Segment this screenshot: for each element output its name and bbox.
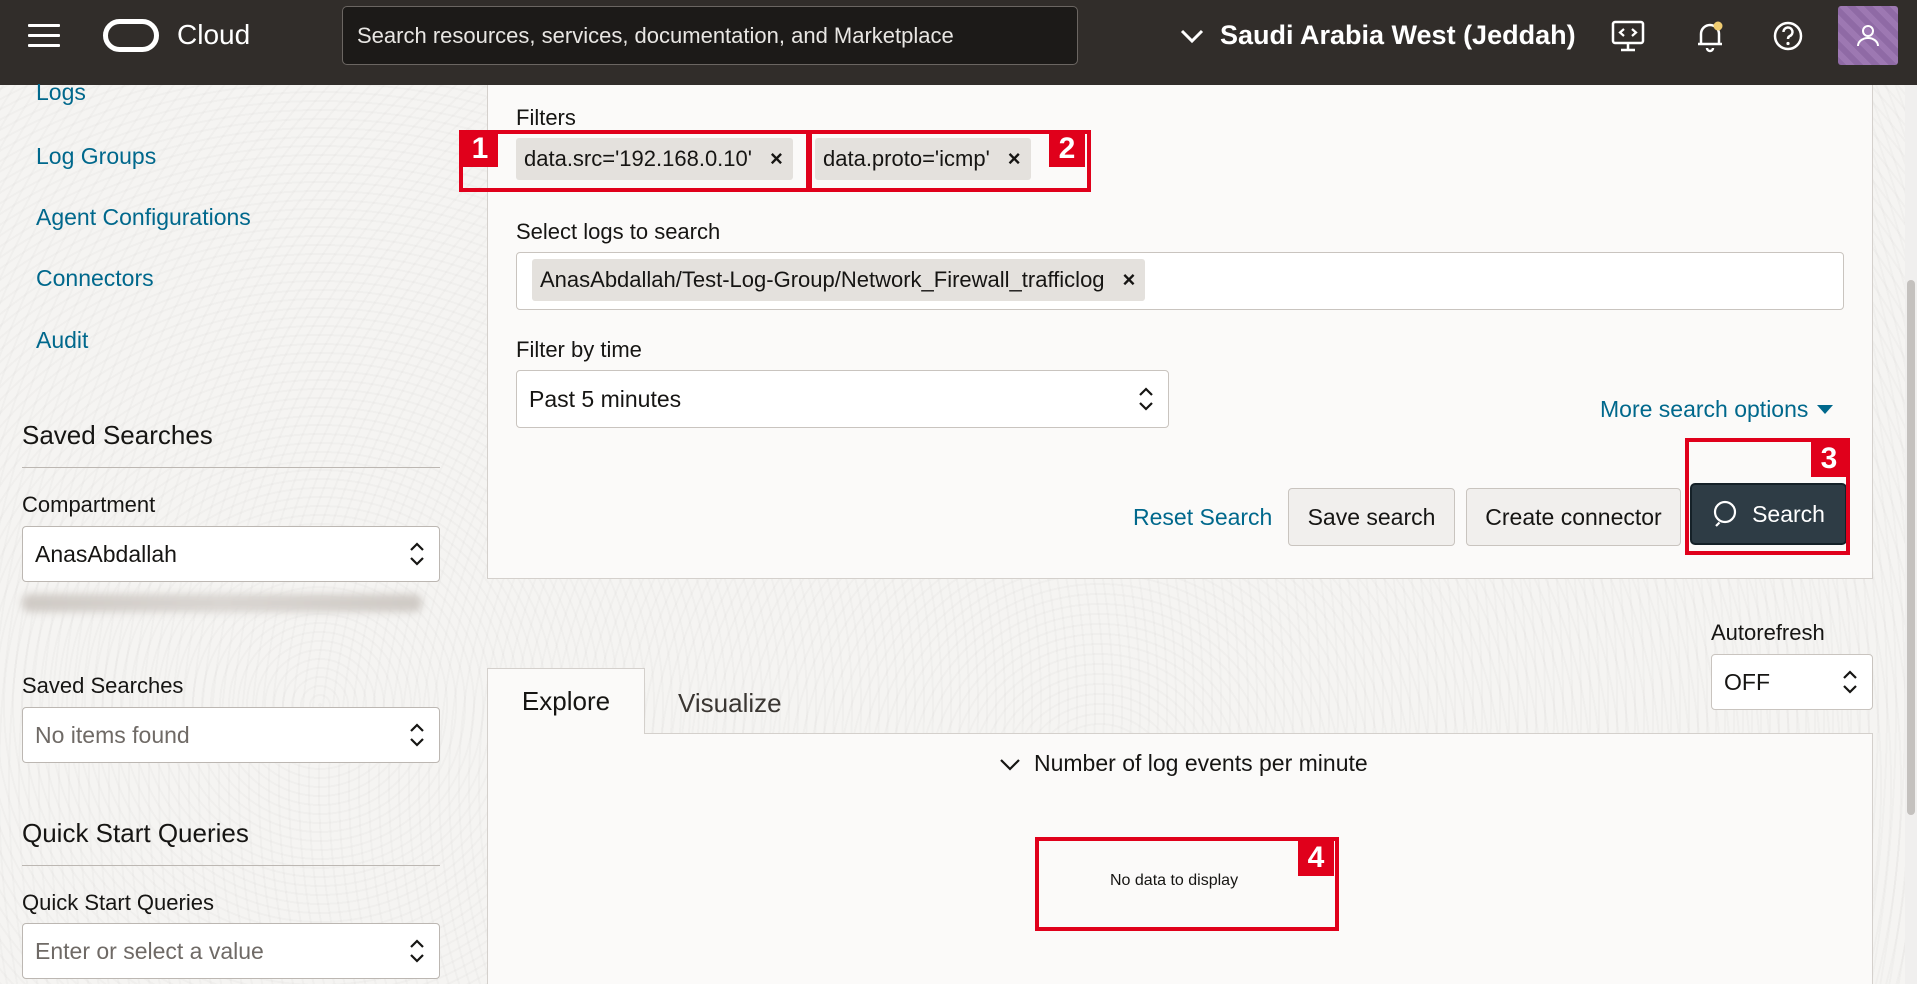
up-down-chevron-icon: [410, 542, 424, 566]
sidebar-link-log-groups[interactable]: Log Groups: [36, 143, 156, 170]
saved-searches-value: No items found: [35, 721, 190, 748]
divider: [22, 467, 440, 468]
up-down-chevron-icon: [410, 723, 424, 747]
sidebar-link-agent-configurations[interactable]: Agent Configurations: [36, 204, 251, 231]
hamburger-menu-icon[interactable]: [28, 24, 60, 50]
up-down-chevron-icon: [410, 939, 424, 963]
annotation-number: 4: [1298, 840, 1334, 876]
save-search-button[interactable]: Save search: [1288, 488, 1455, 546]
filter-by-time-value: Past 5 minutes: [529, 385, 682, 412]
autorefresh-label: Autorefresh: [1711, 620, 1825, 645]
compartment-label: Compartment: [22, 492, 156, 517]
region-selector[interactable]: Saudi Arabia West (Jeddah): [1178, 20, 1576, 51]
compartment-value: AnasAbdallah: [35, 540, 177, 567]
top-bar: Cloud Saudi Arabia West (Jeddah): [0, 0, 1917, 85]
more-search-options-label: More search options: [1600, 396, 1809, 422]
caret-down-icon: [1817, 405, 1834, 414]
autorefresh-select[interactable]: OFF: [1711, 654, 1873, 710]
sidebar: Logs Log Groups Agent Configurations Con…: [0, 79, 460, 984]
more-search-options-link[interactable]: More search options: [1600, 396, 1834, 423]
annotation-number: 3: [1811, 441, 1847, 477]
oracle-logo[interactable]: [103, 19, 159, 52]
select-logs-label: Select logs to search: [516, 219, 721, 244]
annotation-box: [459, 130, 810, 192]
sidebar-link-logs[interactable]: Logs: [36, 79, 86, 106]
tab-explore[interactable]: Explore: [487, 668, 645, 734]
tab-visualize[interactable]: Visualize: [678, 688, 782, 719]
up-down-chevron-icon: [1139, 387, 1153, 411]
log-events-per-minute-label: Number of log events per minute: [1034, 750, 1368, 776]
quick-start-queries-label: Quick Start Queries: [22, 890, 214, 915]
create-connector-button[interactable]: Create connector: [1466, 488, 1681, 546]
quick-start-queries-heading: Quick Start Queries: [22, 818, 249, 848]
brand-label: Cloud: [177, 19, 251, 50]
compartment-path-blurred: [22, 594, 422, 612]
global-search-input[interactable]: [342, 6, 1078, 65]
filter-by-time-select[interactable]: Past 5 minutes: [516, 370, 1169, 428]
reset-search-link[interactable]: Reset Search: [1133, 504, 1272, 531]
user-avatar[interactable]: [1838, 6, 1898, 65]
log-chip[interactable]: AnasAbdallah/Test-Log-Group/Network_Fire…: [532, 259, 1146, 301]
user-icon: [1857, 24, 1879, 46]
chevron-down-icon: [1180, 29, 1204, 43]
saved-searches-label: Saved Searches: [22, 673, 184, 698]
log-events-per-minute-toggle[interactable]: Number of log events per minute: [998, 750, 1368, 777]
quick-start-queries-combobox[interactable]: [22, 923, 440, 979]
region-label: Saudi Arabia West (Jeddah): [1220, 20, 1576, 50]
quick-start-queries-input[interactable]: [35, 937, 407, 965]
annotation-number: 2: [1049, 131, 1085, 167]
autorefresh-value: OFF: [1724, 668, 1770, 695]
filter-by-time-label: Filter by time: [516, 337, 642, 362]
annotation-box: [1035, 837, 1339, 931]
chevron-down-icon: [1000, 758, 1020, 771]
developer-tools-icon[interactable]: [1610, 18, 1646, 54]
filters-label: Filters: [516, 105, 576, 130]
sidebar-link-connectors[interactable]: Connectors: [36, 265, 154, 292]
divider: [22, 865, 440, 866]
remove-log-icon[interactable]: ×: [1123, 267, 1136, 293]
notifications-bell-icon[interactable]: [1692, 18, 1728, 54]
compartment-select[interactable]: AnasAbdallah: [22, 526, 440, 582]
sidebar-link-audit[interactable]: Audit: [36, 327, 88, 354]
page-scrollbar-thumb[interactable]: [1907, 280, 1915, 815]
saved-searches-select[interactable]: No items found: [22, 707, 440, 763]
log-chip-text: AnasAbdallah/Test-Log-Group/Network_Fire…: [540, 267, 1105, 292]
saved-searches-heading: Saved Searches: [22, 420, 213, 450]
up-down-chevron-icon: [1843, 670, 1857, 694]
help-icon[interactable]: [1770, 18, 1806, 54]
annotation-number: 1: [462, 131, 498, 167]
